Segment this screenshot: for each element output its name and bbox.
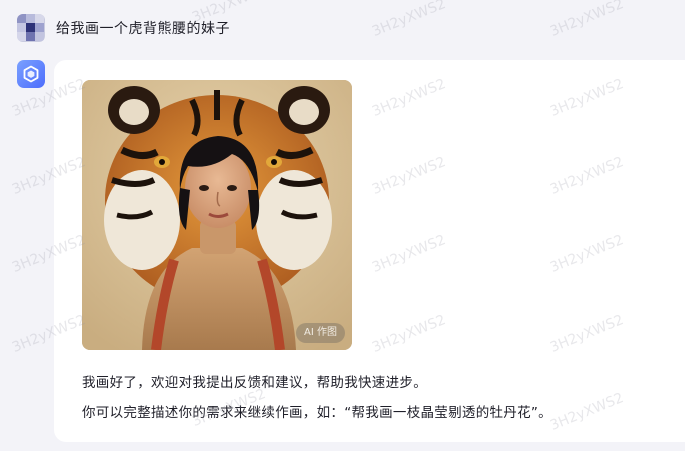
user-message-text: 给我画一个虎背熊腰的妹子 (56, 21, 230, 37)
bot-avatar[interactable] (17, 60, 45, 88)
generated-image[interactable]: AI 作图 (82, 80, 352, 350)
tiger-woman-illustration (82, 80, 352, 350)
chat-page: 给我画一个虎背熊腰的妹子 AI 作图 我画好了，欢迎对我提出反馈和建议，帮助我快… (0, 0, 685, 451)
user-message-row: 给我画一个虎背熊腰的妹子 (17, 14, 230, 42)
watermark: 3H2yXWS2 (369, 0, 449, 41)
ai-generated-badge: AI 作图 (296, 323, 345, 343)
user-avatar[interactable] (17, 14, 45, 42)
reply-text-line-1: 我画好了，欢迎对我提出反馈和建议，帮助我快速进步。 (82, 375, 427, 391)
cube-logo-icon (23, 65, 39, 83)
watermark: 3H2yXWS2 (547, 0, 627, 41)
reply-text-line-2: 你可以完整描述你的需求来继续作画，如：“帮我画一枝晶莹剔透的牡丹花”。 (82, 405, 552, 421)
bot-reply-card: AI 作图 我画好了，欢迎对我提出反馈和建议，帮助我快速进步。 你可以完整描述你… (54, 60, 685, 442)
